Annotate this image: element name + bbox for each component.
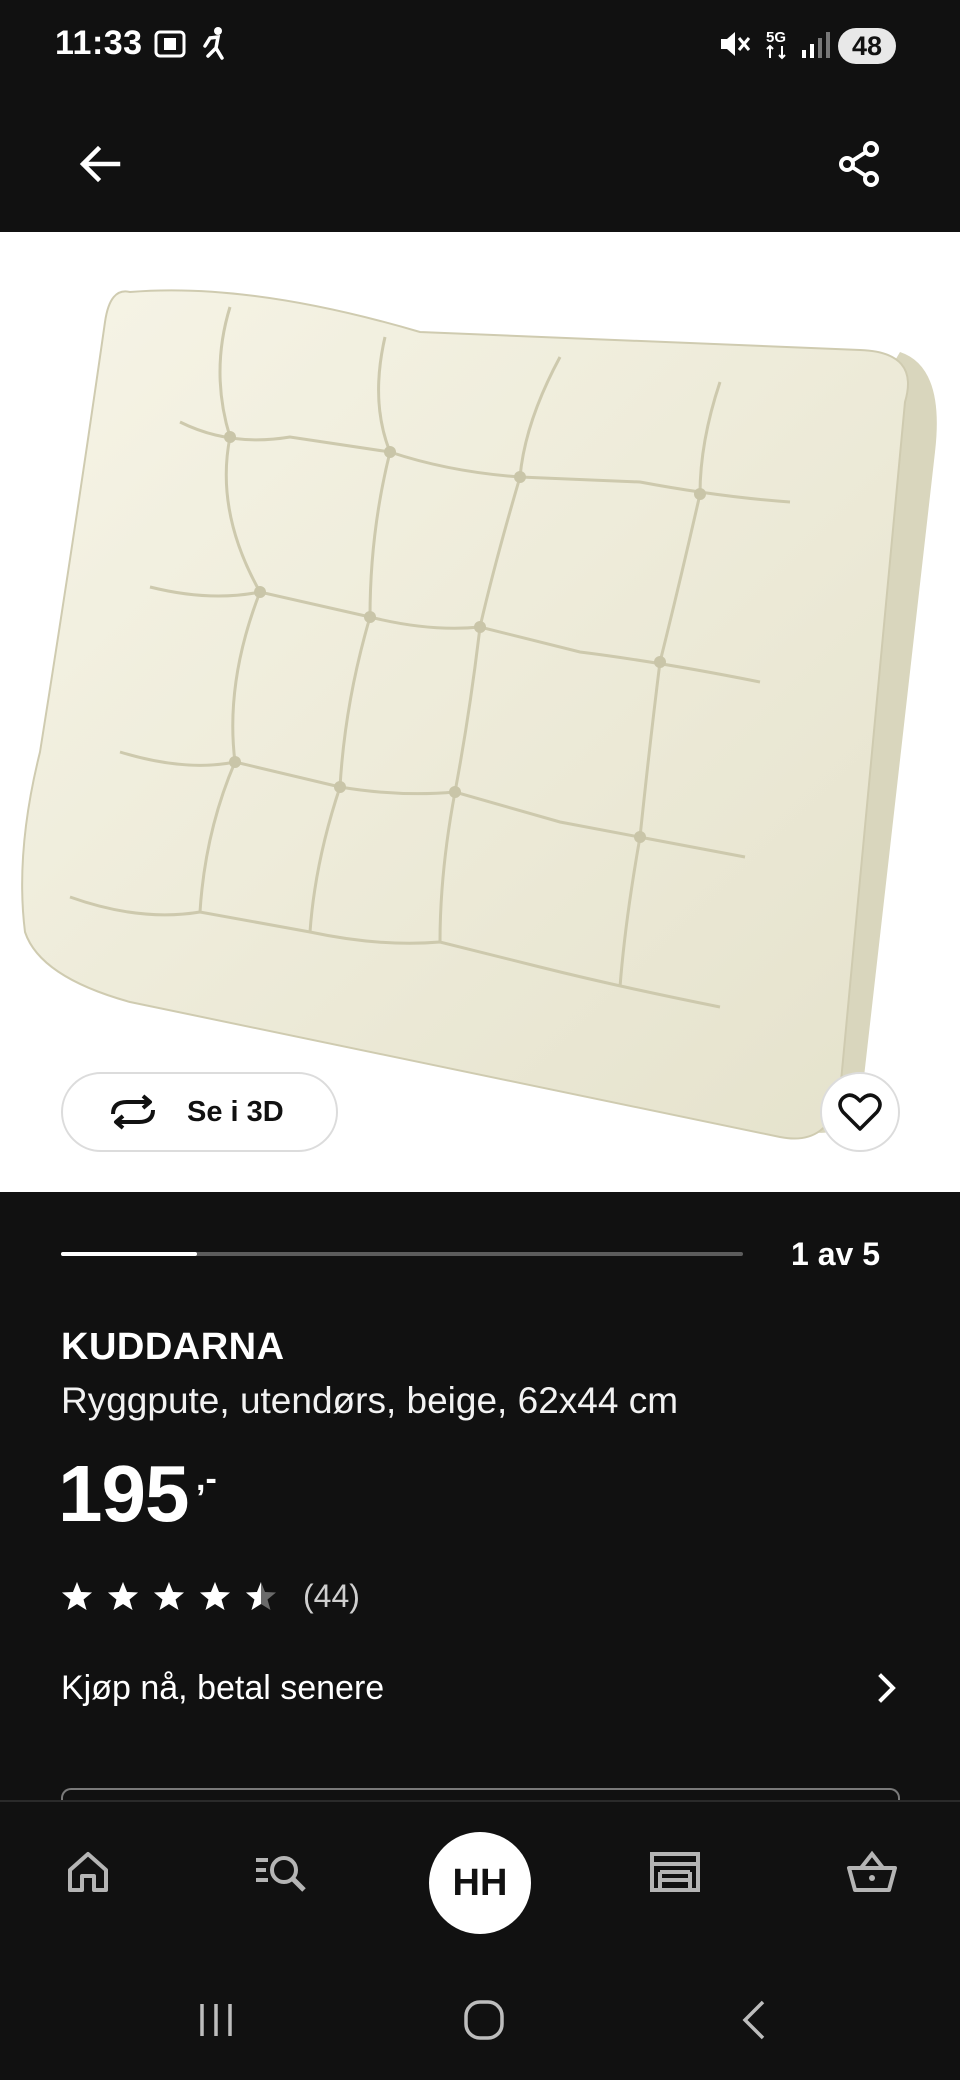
rating-count: (44) <box>303 1577 360 1614</box>
price-suffix: ,- <box>196 1460 217 1498</box>
status-bar: 11:33 5G 48 <box>0 0 960 96</box>
home-icon <box>68 1852 108 1892</box>
signal-icon <box>802 32 830 58</box>
battery-icon: 48 <box>838 28 896 64</box>
tab-search[interactable] <box>232 1822 332 1922</box>
rating[interactable]: (44) <box>61 1576 360 1616</box>
heart-icon <box>838 1093 882 1131</box>
pay-later-row[interactable]: Kjøp nå, betal senere <box>61 1660 901 1716</box>
pay-later-label: Kjøp nå, betal senere <box>61 1668 385 1707</box>
star-icon <box>154 1582 184 1610</box>
running-person-icon <box>203 27 224 60</box>
product-image-carousel[interactable]: Se i 3D <box>0 232 960 1192</box>
view-3d-label: Se i 3D <box>187 1095 284 1128</box>
basket-icon <box>847 1850 897 1892</box>
back-arrow-icon <box>79 145 121 183</box>
mute-icon <box>721 32 751 56</box>
star-icon <box>108 1582 138 1610</box>
back-button[interactable] <box>58 122 142 206</box>
page-indicator: 1 av 5 <box>791 1236 880 1272</box>
carousel-progress <box>61 1252 743 1256</box>
share-button[interactable] <box>818 122 902 206</box>
share-icon <box>839 141 879 187</box>
rating-stars <box>61 1580 291 1612</box>
home-system-button[interactable] <box>439 1980 529 2060</box>
tab-profile-avatar[interactable]: HH <box>429 1832 531 1934</box>
tab-stores[interactable] <box>625 1822 725 1922</box>
price: 195 <box>58 1449 189 1538</box>
screenshot-icon <box>154 30 186 58</box>
carousel-progress-fill <box>61 1252 198 1256</box>
store-icon <box>650 1852 700 1892</box>
svg-text:5G: 5G <box>766 29 786 46</box>
favorite-button[interactable] <box>820 1072 900 1152</box>
view-3d-button[interactable]: Se i 3D <box>61 1072 338 1152</box>
product-description: Ryggpute, utendørs, beige, 62x44 cm <box>61 1380 679 1421</box>
star-icon <box>246 1582 276 1610</box>
chevron-right-icon <box>878 1673 896 1703</box>
recent-apps-button[interactable] <box>171 1980 261 2060</box>
system-nav-bar <box>0 1950 960 2080</box>
back-system-button[interactable] <box>710 1980 800 2060</box>
bottom-tab-bar: HH <box>0 1800 960 1950</box>
search-list-icon <box>256 1856 306 1892</box>
tab-home[interactable] <box>38 1822 138 1922</box>
back-system-icon <box>742 2000 765 2040</box>
star-icon <box>200 1582 230 1610</box>
product-name: KUDDARNA <box>61 1326 285 1368</box>
product-image <box>21 289 937 1140</box>
recent-apps-icon <box>200 2004 232 2036</box>
status-time: 11:33 <box>55 24 143 62</box>
rotate-3d-icon <box>111 1094 155 1130</box>
top-nav <box>0 96 960 232</box>
star-icon <box>62 1582 92 1610</box>
tab-basket[interactable] <box>822 1822 922 1922</box>
5g-icon: 5G <box>766 29 786 60</box>
home-system-icon <box>464 2000 504 2040</box>
